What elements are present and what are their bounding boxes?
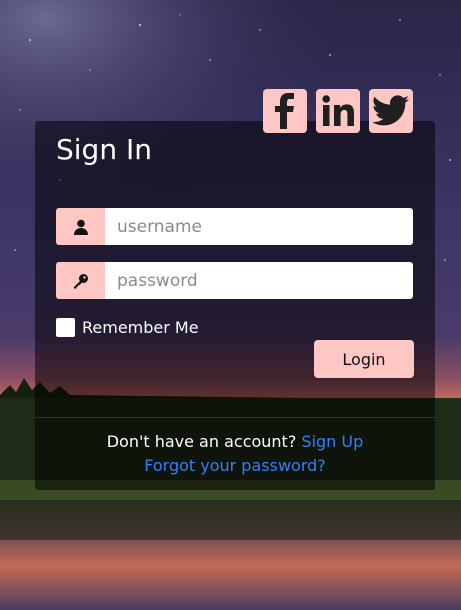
- login-button[interactable]: Login: [314, 340, 414, 378]
- password-field: [56, 262, 413, 299]
- user-icon: [73, 219, 88, 235]
- forgot-password-link[interactable]: Forgot your password?: [144, 456, 326, 475]
- username-input[interactable]: [105, 208, 413, 245]
- facebook-button[interactable]: [263, 89, 307, 133]
- remember-me-label: Remember Me: [82, 318, 199, 337]
- facebook-icon: [275, 93, 294, 129]
- remember-me-checkbox[interactable]: [56, 318, 75, 337]
- twitter-icon: [372, 95, 410, 126]
- page-title: Sign In: [56, 133, 152, 166]
- social-links: [263, 89, 413, 133]
- key-icon: [73, 273, 88, 288]
- username-field: [56, 208, 413, 245]
- footer-links: Don't have an account? Sign Up Forgot yo…: [35, 430, 435, 478]
- username-icon-box: [56, 208, 105, 245]
- no-account-text: Don't have an account?: [106, 432, 297, 451]
- linkedin-button[interactable]: [316, 89, 360, 133]
- twitter-button[interactable]: [369, 89, 413, 133]
- sign-up-link[interactable]: Sign Up: [301, 432, 363, 451]
- divider: [35, 417, 435, 418]
- linkedin-icon: [322, 95, 354, 126]
- password-input[interactable]: [105, 262, 413, 299]
- password-icon-box: [56, 262, 105, 299]
- remember-me: Remember Me: [56, 318, 199, 337]
